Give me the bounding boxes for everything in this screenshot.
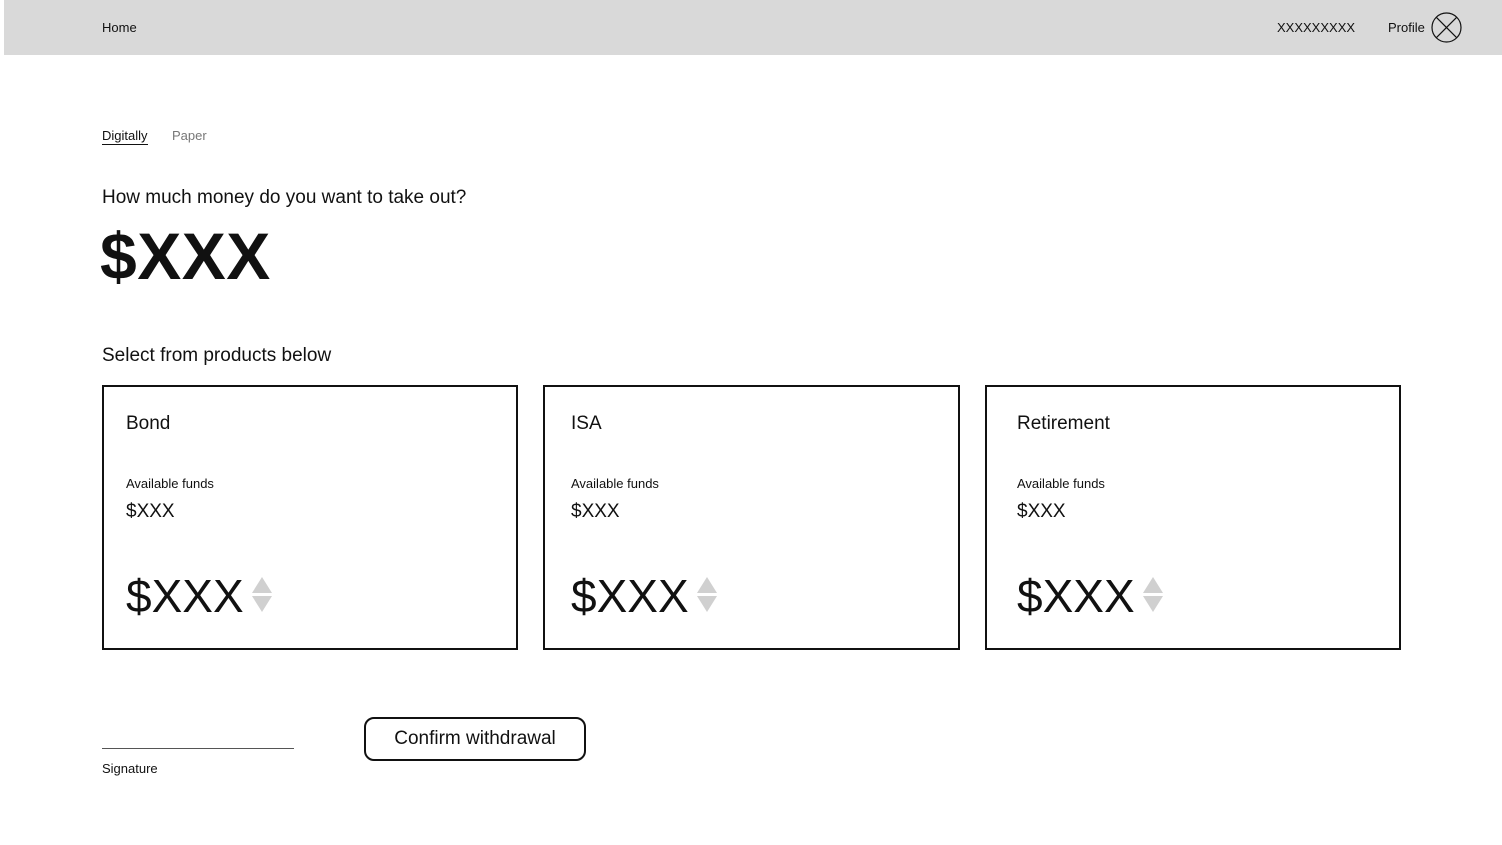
increment-arrow-icon[interactable]: [252, 577, 272, 593]
home-link[interactable]: Home: [102, 20, 137, 35]
top-navigation-bar: Home XXXXXXXXX Profile: [4, 0, 1502, 55]
product-card-retirement[interactable]: Retirement Available funds $XXX $XXX: [985, 385, 1401, 650]
withdrawal-question: How much money do you want to take out?: [102, 187, 467, 208]
product-amount-value[interactable]: $XXX: [1017, 569, 1135, 623]
decrement-arrow-icon[interactable]: [697, 596, 717, 612]
product-amount-stepper: $XXX: [571, 569, 771, 625]
product-card-isa[interactable]: ISA Available funds $XXX $XXX: [543, 385, 960, 650]
signature-field[interactable]: [102, 748, 294, 749]
product-name: ISA: [571, 413, 602, 434]
available-funds-value: $XXX: [126, 501, 175, 522]
decrement-arrow-icon[interactable]: [1143, 596, 1163, 612]
confirm-withdrawal-button[interactable]: Confirm withdrawal: [364, 717, 586, 761]
tab-digitally[interactable]: Digitally: [102, 128, 148, 145]
avatar-placeholder-icon[interactable]: [1431, 12, 1462, 43]
available-funds-value: $XXX: [571, 501, 620, 522]
amount-stepper: [1143, 577, 1163, 613]
amount-stepper: [252, 577, 272, 613]
product-amount-stepper: $XXX: [126, 569, 326, 625]
account-id: XXXXXXXXX: [1277, 20, 1356, 35]
product-name: Retirement: [1017, 413, 1110, 434]
product-amount-value[interactable]: $XXX: [126, 569, 244, 623]
product-card-bond[interactable]: Bond Available funds $XXX $XXX: [102, 385, 518, 650]
product-amount-value[interactable]: $XXX: [571, 569, 689, 623]
profile-link[interactable]: Profile: [1388, 20, 1425, 35]
available-funds-value: $XXX: [1017, 501, 1066, 522]
amount-stepper: [697, 577, 717, 613]
product-amount-stepper: $XXX: [1017, 569, 1217, 625]
signature-label: Signature: [102, 761, 158, 776]
products-heading: Select from products below: [102, 345, 332, 366]
increment-arrow-icon[interactable]: [697, 577, 717, 593]
total-withdrawal-amount[interactable]: $XXX: [100, 218, 271, 294]
increment-arrow-icon[interactable]: [1143, 577, 1163, 593]
available-funds-label: Available funds: [571, 476, 659, 491]
decrement-arrow-icon[interactable]: [252, 596, 272, 612]
available-funds-label: Available funds: [126, 476, 214, 491]
available-funds-label: Available funds: [1017, 476, 1105, 491]
product-name: Bond: [126, 413, 171, 434]
tab-paper[interactable]: Paper: [172, 128, 207, 143]
